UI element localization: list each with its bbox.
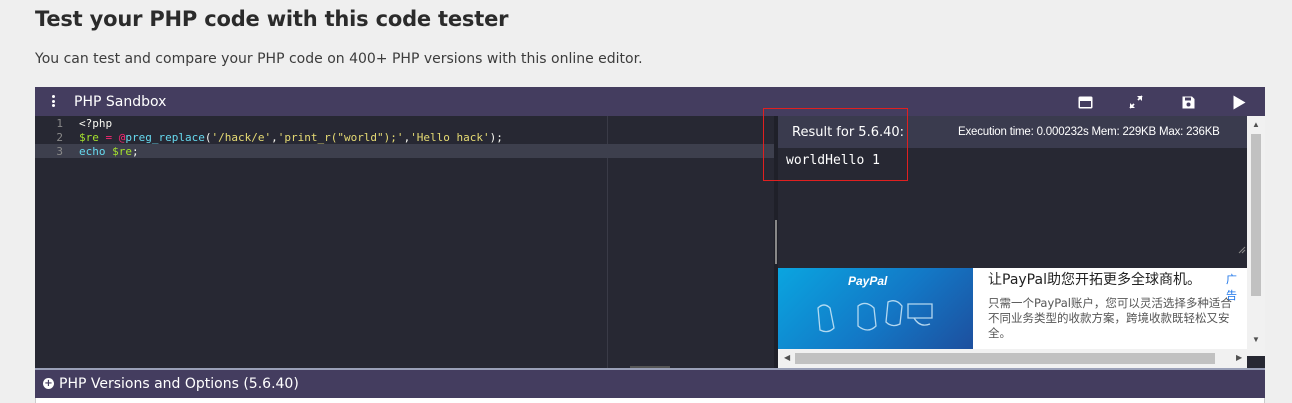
options-panel	[35, 398, 1265, 403]
fullscreen-icon	[1129, 95, 1143, 109]
code-text: <?php	[79, 117, 113, 130]
scrollbar-thumb[interactable]	[1251, 134, 1261, 296]
menu-dots-icon[interactable]	[47, 93, 59, 109]
code-line[interactable]: 1 <?php	[35, 116, 774, 130]
line-number: 1	[56, 117, 63, 130]
ad-body: 只需一个PayPal账户，您可以灵活选择多种适合不同业务类型的收款方案，跨境收款…	[988, 296, 1232, 340]
layout-toggle-button[interactable]	[1076, 93, 1094, 111]
layout-icon	[1078, 96, 1092, 108]
advertisement[interactable]: PayPal 让PayPal助您开拓更多全球商机。 广告 只需一个PayPal账…	[778, 268, 1247, 349]
fullscreen-button[interactable]	[1127, 93, 1145, 111]
options-bar-label[interactable]: PHP Versions and Options (5.6.40)	[59, 376, 299, 392]
save-button[interactable]	[1179, 93, 1197, 111]
scroll-left-icon[interactable]: ◀	[784, 353, 790, 362]
php-sandbox: PHP Sandbox 1 <?php 2 $re = @preg_replac…	[35, 87, 1265, 403]
highlight-annotation	[763, 108, 908, 181]
handshake-illustration-icon	[817, 300, 933, 333]
scrollbar-thumb[interactable]	[795, 353, 1215, 364]
ad-headline[interactable]: 让PayPal助您开拓更多全球商机。	[988, 269, 1201, 289]
scroll-down-icon[interactable]: ▼	[1252, 335, 1260, 344]
code-editor[interactable]: 1 <?php 2 $re = @preg_replace('/hack/e',…	[35, 116, 774, 368]
scroll-right-icon[interactable]: ▶	[1236, 353, 1242, 362]
scroll-up-icon[interactable]: ▲	[1252, 120, 1260, 129]
execution-info: Execution time: 0.000232s Mem: 229KB Max…	[958, 126, 1220, 138]
code-line[interactable]: 2 $re = @preg_replace('/hack/e','print_r…	[35, 130, 774, 144]
sandbox-toolbar: PHP Sandbox	[35, 87, 1265, 116]
result-horizontal-scrollbar[interactable]: ◀ ▶	[778, 349, 1247, 368]
code-line-active[interactable]: 3 echo $re;	[35, 144, 774, 158]
result-vertical-scrollbar[interactable]: ▲ ▼	[1247, 116, 1265, 356]
resize-grip-icon[interactable]	[1238, 246, 1246, 254]
sandbox-title: PHP Sandbox	[74, 94, 167, 110]
run-button[interactable]	[1230, 93, 1248, 111]
options-bar[interactable]: + PHP Versions and Options (5.6.40)	[35, 368, 1265, 398]
code-text: echo $re;	[79, 145, 139, 158]
page-title: Test your PHP code with this code tester	[35, 7, 509, 31]
run-icon	[1233, 95, 1245, 109]
page-description: You can test and compare your PHP code o…	[35, 51, 643, 67]
code-text: $re = @preg_replace('/hack/e','print_r("…	[79, 131, 503, 144]
ad-image[interactable]: PayPal	[778, 268, 973, 349]
line-number: 3	[56, 145, 63, 158]
splitter-handle[interactable]	[775, 220, 777, 264]
save-icon	[1182, 96, 1194, 108]
plus-circle-icon: +	[43, 378, 54, 389]
line-number: 2	[56, 131, 63, 144]
